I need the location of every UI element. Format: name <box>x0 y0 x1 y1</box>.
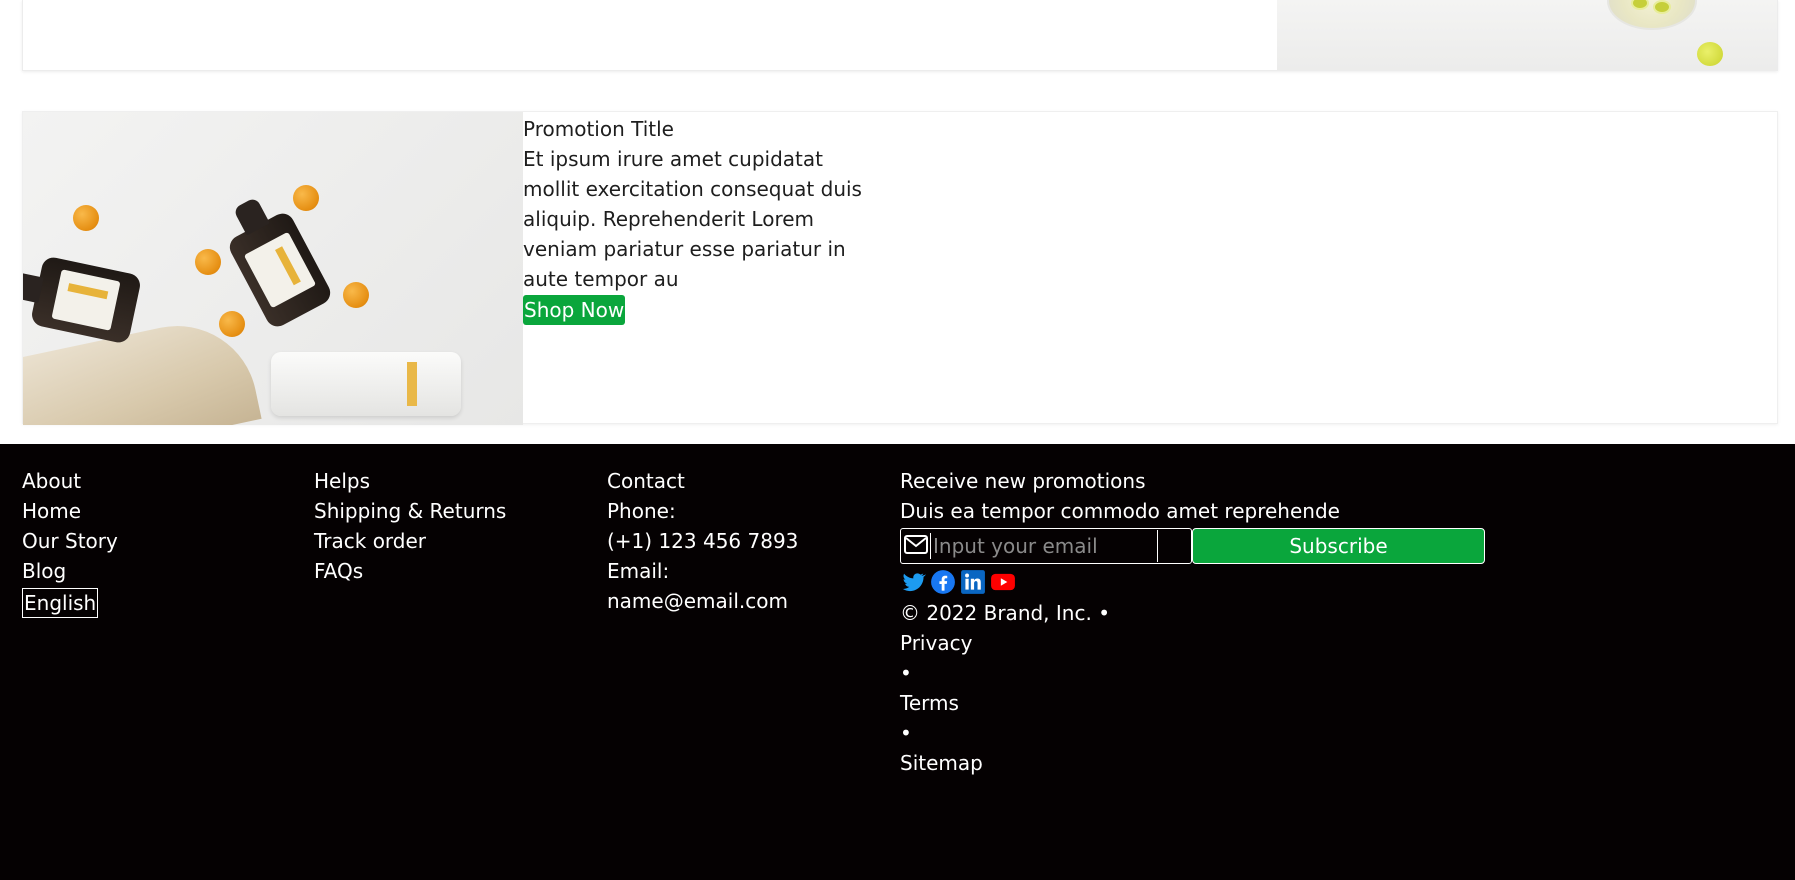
lime-bowl-graphic <box>1607 0 1697 30</box>
privacy-link[interactable]: Privacy <box>900 628 1520 658</box>
footer-column-about: About Home Our Story Blog English <box>22 466 292 618</box>
contact-heading: Contact <box>607 469 685 493</box>
promotion-title: Promotion Title <box>523 117 674 141</box>
copyright-row: © 2022 Brand, Inc. • Privacy • Terms • S… <box>900 598 1520 778</box>
footer: About Home Our Story Blog English Helps … <box>0 444 1795 880</box>
footer-column-newsletter: Receive new promotions Duis ea tempor co… <box>900 466 1520 778</box>
subscribe-button[interactable]: Subscribe <box>1192 528 1485 564</box>
phone-label: Phone: <box>607 499 676 523</box>
separator: • <box>900 661 912 685</box>
language-selector[interactable]: English <box>22 588 99 618</box>
email-address[interactable]: name@email.com <box>607 586 877 616</box>
facebook-icon[interactable] <box>930 569 956 595</box>
promotion-description: Et ipsum irure amet cupidatat mollit exe… <box>523 147 862 291</box>
promotion-card: Promotion Title Et ipsum irure amet cupi… <box>22 111 1778 425</box>
youtube-icon[interactable] <box>990 569 1016 595</box>
footer-link-blog[interactable]: Blog <box>22 556 292 586</box>
sitemap-link[interactable]: Sitemap <box>900 748 1520 778</box>
promotion-image <box>23 112 523 425</box>
email-input-group <box>900 528 1192 564</box>
email-input[interactable] <box>931 530 1158 562</box>
copyright-text: © 2022 Brand, Inc. <box>900 601 1092 625</box>
newsletter-heading: Receive new promotions <box>900 469 1146 493</box>
footer-link-about[interactable]: About <box>22 466 292 496</box>
subscribe-form: Subscribe <box>900 528 1520 564</box>
lime-graphic <box>1697 42 1723 66</box>
footer-link-home[interactable]: Home <box>22 496 292 526</box>
footer-column-contact: Contact Phone: (+1) 123 456 7893 Email: … <box>607 466 877 616</box>
footer-link-shipping-returns[interactable]: Shipping & Returns <box>314 496 584 526</box>
footer-link-track-order[interactable]: Track order <box>314 526 584 556</box>
separator: • <box>1098 601 1110 625</box>
footer-link-our-story[interactable]: Our Story <box>22 526 292 556</box>
social-links <box>900 568 1520 596</box>
separator: • <box>900 721 912 745</box>
terms-link[interactable]: Terms <box>900 688 1520 718</box>
linkedin-icon[interactable] <box>960 569 986 595</box>
footer-column-helps: Helps Shipping & Returns Track order FAQ… <box>314 466 584 586</box>
footer-link-faqs[interactable]: FAQs <box>314 556 584 586</box>
newsletter-subtext: Duis ea tempor commodo amet reprehende <box>900 499 1340 523</box>
mail-icon <box>903 533 931 559</box>
footer-link-helps[interactable]: Helps <box>314 466 584 496</box>
twitter-icon[interactable] <box>900 569 926 595</box>
phone-number[interactable]: (+1) 123 456 7893 <box>607 526 877 556</box>
product-image-lime <box>1277 0 1777 70</box>
email-label: Email: <box>607 559 670 583</box>
product-card-top <box>22 0 1778 71</box>
shop-now-button[interactable]: Shop Now <box>523 295 626 325</box>
